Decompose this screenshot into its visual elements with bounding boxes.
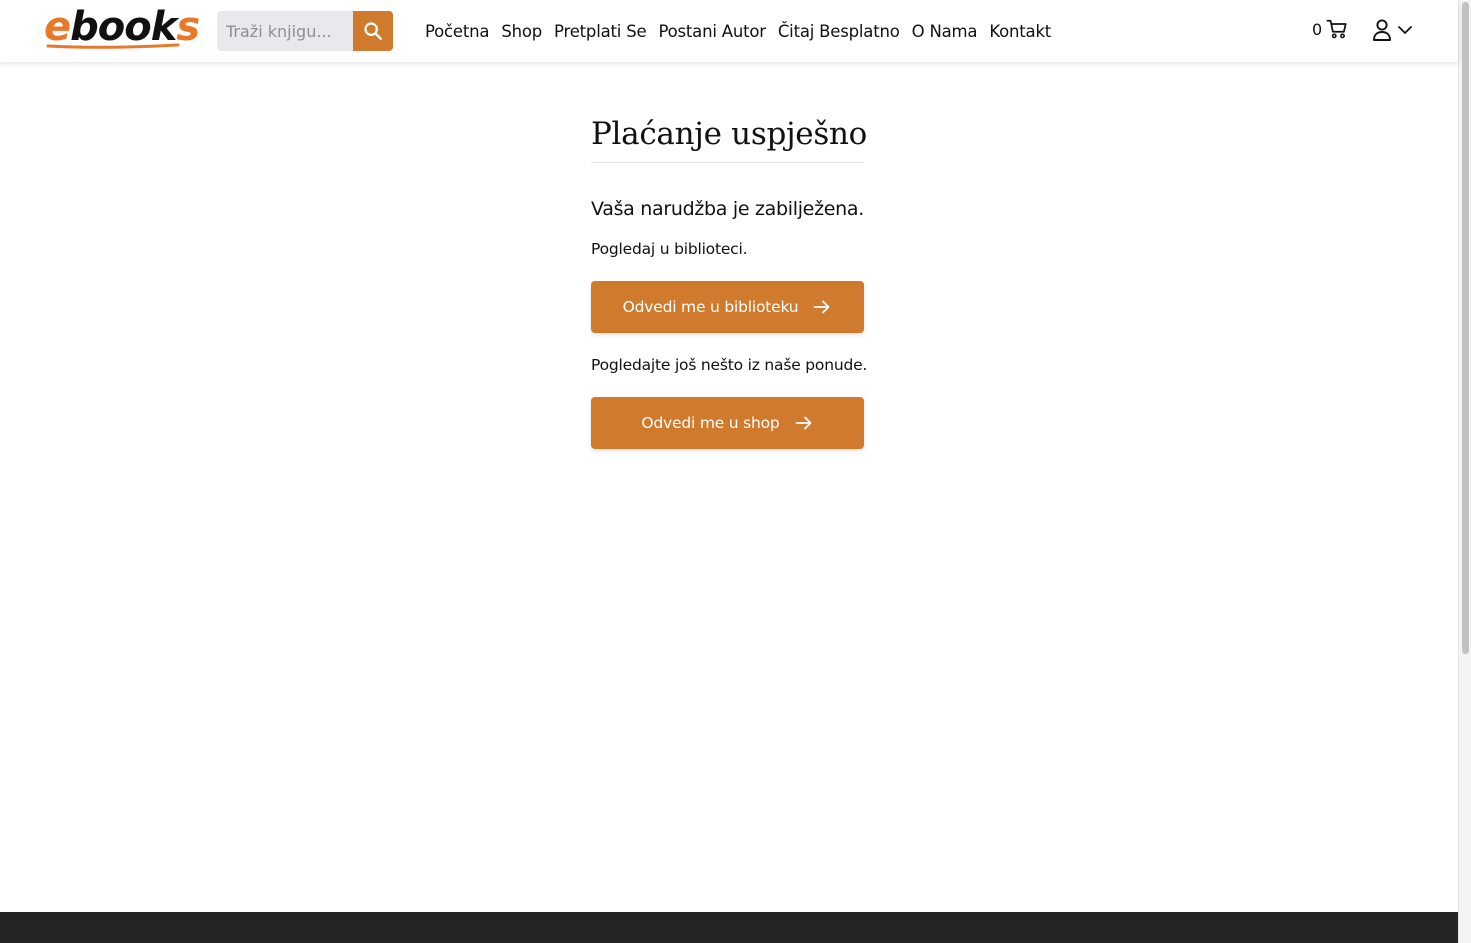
library-hint-text: Pogledaj u biblioteci. [591,240,748,258]
nav-item-shop[interactable]: Shop [501,22,542,41]
search-icon [364,22,382,40]
nav-item-pretplati-se[interactable]: Pretplati Se [554,22,647,41]
logo-swoosh [46,43,180,49]
cart-icon [1326,19,1347,39]
go-to-library-button[interactable]: Odvedi me u biblioteku [591,281,864,333]
search-button[interactable] [353,11,393,51]
search-input[interactable] [217,11,353,51]
arrow-right-icon [795,416,811,430]
site-footer [0,912,1458,943]
go-to-shop-button[interactable]: Odvedi me u shop [591,397,864,449]
chevron-down-icon [1398,26,1412,34]
nav-item-o-nama[interactable]: O Nama [912,22,978,41]
ebooks-logo[interactable]: ebooks [44,4,200,52]
user-menu[interactable] [1371,18,1413,42]
page: ebooks Početna Shop Pretplati Se Postani… [0,0,1458,943]
go-to-library-label: Odvedi me u biblioteku [622,298,799,316]
nav-item-postani-autor[interactable]: Postani Autor [658,22,766,41]
vertical-scrollbar[interactable] [1458,0,1471,943]
nav-item-kontakt[interactable]: Kontakt [989,22,1051,41]
cart-button[interactable]: 0 [1312,18,1348,40]
go-to-shop-label: Odvedi me u shop [641,414,780,432]
page-title: Plaćanje uspješno [591,112,867,163]
main-nav: Početna Shop Pretplati Se Postani Autor … [425,19,1051,43]
shop-hint-text: Pogledajte još nešto iz naše ponude. [591,356,868,374]
site-header: ebooks Početna Shop Pretplati Se Postani… [0,0,1458,62]
nav-item-citaj-besplatno[interactable]: Čitaj Besplatno [778,22,900,41]
nav-item-pocetna[interactable]: Početna [425,22,490,41]
order-confirmation-text: Vaša narudžba je zabilježena. [591,198,864,220]
search-bar [217,11,393,51]
cart-count: 0 [1312,19,1323,39]
user-icon [1373,19,1391,41]
payment-success-panel: Plaćanje uspješno Vaša narudžba je zabil… [591,112,868,449]
arrow-right-icon [813,300,830,314]
scrollbar-thumb[interactable] [1462,2,1469,654]
